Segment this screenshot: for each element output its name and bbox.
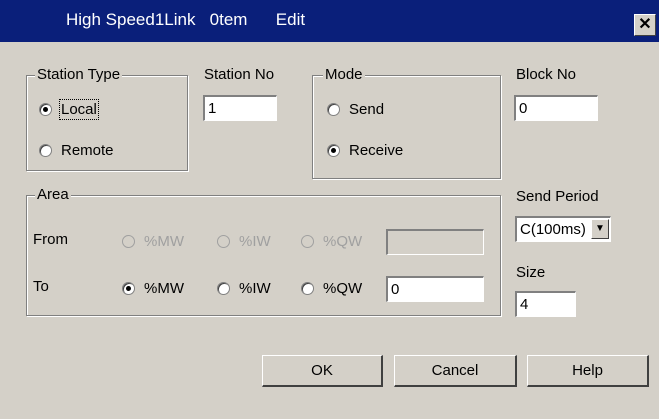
from-radio-qw-indicator <box>301 234 314 248</box>
mode-legend: Mode <box>323 66 365 83</box>
size-label: Size <box>516 264 546 281</box>
send-period-label: Send Period <box>516 188 599 205</box>
station-type-legend: Station Type <box>35 66 123 83</box>
to-address-value: 0 <box>391 281 400 298</box>
block-no-value: 0 <box>519 100 528 117</box>
from-radio-mw-label: %MW <box>144 232 184 250</box>
from-radio-iw-indicator <box>217 234 230 248</box>
window-title: High Speed1Link 0tem Edit <box>66 10 306 29</box>
size-input[interactable]: 4 <box>515 291 576 317</box>
radio-remote[interactable]: Remote <box>39 140 114 160</box>
dialog-body: Station Type Local Remote Station No 1 M… <box>0 42 659 419</box>
radio-receive-indicator <box>327 143 340 157</box>
close-icon: ✕ <box>638 16 652 33</box>
to-radio-qw-indicator <box>301 281 314 295</box>
send-period-value: C(100ms) <box>520 221 586 238</box>
to-radio-iw[interactable]: %IW <box>217 278 271 298</box>
to-radio-iw-label: %IW <box>239 279 271 297</box>
from-radio-iw[interactable]: %IW <box>217 231 271 251</box>
send-period-select[interactable]: C(100ms) ▼ <box>515 216 611 242</box>
from-radio-qw-label: %QW <box>323 232 363 250</box>
station-type-group: Station Type Local Remote <box>26 66 188 171</box>
area-group: Area From %MW %IW %QW To %MW %IW %QW 0 <box>26 186 501 316</box>
station-no-value: 1 <box>208 100 217 117</box>
to-radio-qw-label: %QW <box>323 279 363 297</box>
help-button[interactable]: Help <box>527 355 649 387</box>
to-radio-iw-indicator <box>217 281 230 295</box>
block-no-input[interactable]: 0 <box>514 95 598 121</box>
station-no-input[interactable]: 1 <box>203 95 277 121</box>
radio-send[interactable]: Send <box>327 99 384 119</box>
chevron-down-icon[interactable]: ▼ <box>591 219 609 239</box>
block-no-label: Block No <box>516 66 577 83</box>
from-radio-iw-label: %IW <box>239 232 271 250</box>
from-address-input[interactable] <box>386 229 484 255</box>
radio-local-indicator <box>39 102 52 116</box>
radio-receive-label: Receive <box>349 141 404 159</box>
radio-local-label: Local <box>59 98 99 120</box>
to-radio-mw-indicator <box>122 281 135 295</box>
radio-remote-label: Remote <box>61 141 114 159</box>
title-bar: High Speed1Link 0tem Edit ✕ <box>0 0 659 42</box>
ok-button[interactable]: OK <box>262 355 383 387</box>
to-radio-qw[interactable]: %QW <box>301 278 362 298</box>
mode-group: Mode Send Receive <box>312 66 501 179</box>
to-address-input[interactable]: 0 <box>386 276 484 302</box>
radio-send-label: Send <box>349 100 385 118</box>
radio-remote-indicator <box>39 143 52 157</box>
from-radio-mw-indicator <box>122 234 135 248</box>
from-radio-mw[interactable]: %MW <box>122 231 184 251</box>
from-label: From <box>33 231 68 248</box>
station-no-label: Station No <box>204 66 275 83</box>
radio-receive[interactable]: Receive <box>327 140 403 160</box>
to-radio-mw[interactable]: %MW <box>122 278 184 298</box>
area-legend: Area <box>35 186 71 203</box>
to-radio-mw-label: %MW <box>144 279 184 297</box>
close-button[interactable]: ✕ <box>634 14 656 36</box>
radio-local[interactable]: Local <box>39 98 99 120</box>
radio-send-indicator <box>327 102 340 116</box>
cancel-button[interactable]: Cancel <box>394 355 517 387</box>
to-label: To <box>33 278 49 295</box>
size-value: 4 <box>520 296 529 313</box>
from-radio-qw[interactable]: %QW <box>301 231 362 251</box>
